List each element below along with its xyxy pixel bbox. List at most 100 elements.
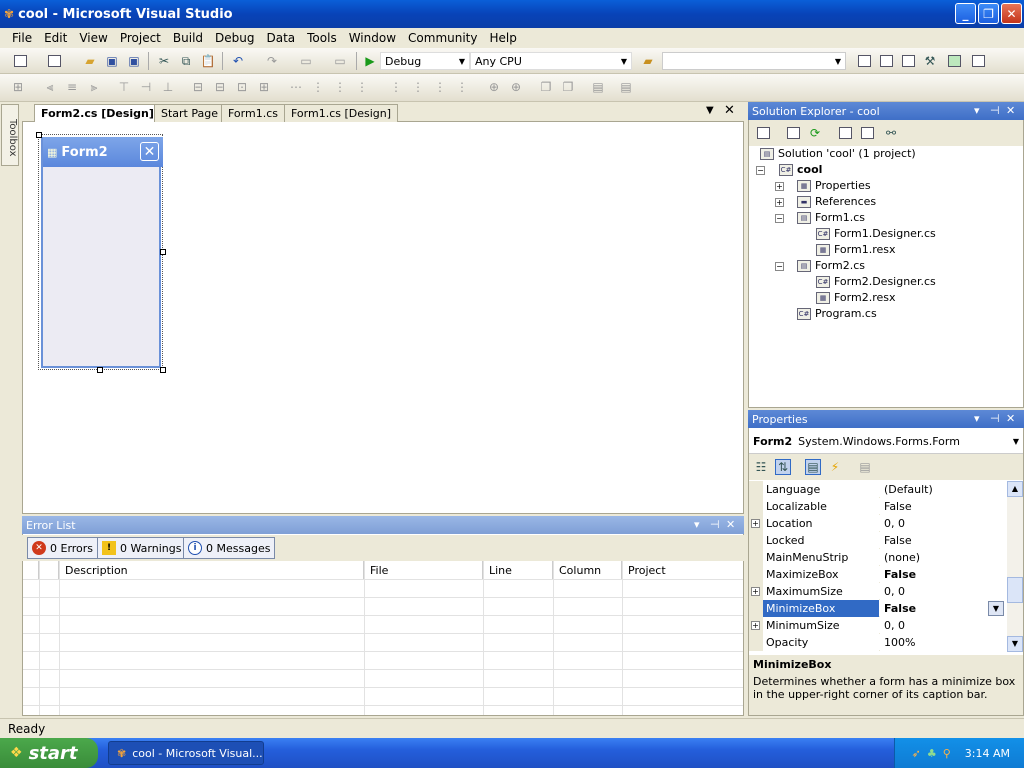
pane-menu-icon[interactable]: ▾	[694, 518, 700, 531]
align-lefts-button[interactable]: ⫷	[42, 79, 58, 95]
tree-item-project-cool[interactable]: C# cool	[779, 163, 822, 176]
close-icon[interactable]: ✕	[726, 518, 735, 531]
value-dropdown-button[interactable]: ▼	[988, 601, 1004, 616]
pane-menu-icon[interactable]: ▾	[974, 412, 980, 425]
menu-data[interactable]: Data	[260, 31, 301, 45]
form2-body[interactable]: ▦ Form2 ✕	[41, 137, 163, 368]
paste-button[interactable]: 📋	[200, 53, 216, 69]
menu-debug[interactable]: Debug	[209, 31, 260, 45]
start-page-button[interactable]	[946, 53, 962, 69]
center-vertically-button[interactable]: ⊕	[508, 79, 524, 95]
resize-handle-corner[interactable]	[160, 367, 166, 373]
undo-button[interactable]: ↶	[230, 53, 246, 69]
horizontal-spacing-button[interactable]: ⋯	[288, 79, 304, 95]
property-row-locked[interactable]: Locked False	[749, 532, 1007, 549]
error-list-grid[interactable]: Description File Line Column Project	[23, 561, 743, 715]
tree-item-program-cs[interactable]: C# Program.cs	[797, 307, 877, 320]
platform-select[interactable]: Any CPU ▼	[470, 52, 632, 70]
tree-item-solution[interactable]: ▤ Solution 'cool' (1 project)	[760, 147, 916, 160]
remove-vertical-spacing-button[interactable]: ⋮	[454, 79, 470, 95]
expand-icon[interactable]: +	[751, 587, 760, 596]
tree-item-form2-cs[interactable]: ▤ Form2.cs	[797, 259, 865, 272]
column-header-description[interactable]: Description	[59, 561, 364, 579]
tab-list-dropdown-icon[interactable]: ▼	[706, 105, 714, 116]
property-row-location[interactable]: Location +0, 0	[749, 515, 1007, 532]
warnings-filter-button[interactable]: ! 0 Warnings	[97, 537, 187, 559]
menu-build[interactable]: Build	[167, 31, 209, 45]
solution-explorer-button[interactable]	[856, 53, 872, 69]
tab-form2-design[interactable]: Form2.cs [Design]*	[34, 104, 167, 123]
expand-icon[interactable]: +	[751, 621, 760, 630]
new-project-button[interactable]	[12, 53, 28, 69]
property-pages-button[interactable]: ▤	[857, 459, 873, 475]
expand-icon[interactable]: +	[775, 198, 784, 207]
property-row-maximizebox[interactable]: MaximizeBox False	[749, 566, 1007, 583]
taskbar-item-visual-studio[interactable]: ✾ cool - Microsoft Visual...	[108, 741, 264, 765]
properties-view-button[interactable]: ▤	[805, 459, 821, 475]
errors-filter-button[interactable]: ✕ 0 Errors	[27, 537, 99, 559]
menu-project[interactable]: Project	[114, 31, 167, 45]
column-header-column[interactable]: Column	[553, 561, 622, 579]
pin-icon[interactable]: ⊣	[990, 104, 1000, 117]
decrease-vertical-spacing-button[interactable]: ⋮	[432, 79, 448, 95]
lock-controls-button[interactable]: ▤	[618, 79, 634, 95]
close-icon[interactable]: ✕	[1006, 104, 1015, 117]
column-header-project[interactable]: Project	[622, 561, 743, 579]
minimize-button[interactable]: _	[955, 3, 976, 24]
navigate-back-button[interactable]: ▭	[298, 53, 314, 69]
menu-tools[interactable]: Tools	[301, 31, 343, 45]
scroll-thumb[interactable]	[1007, 577, 1023, 603]
column-header-index[interactable]	[39, 561, 59, 579]
form2-designer[interactable]: ▦ Form2 ✕	[36, 132, 166, 373]
tray-network-icon[interactable]: ➶	[912, 747, 921, 760]
decrease-horizontal-spacing-button[interactable]: ⋮	[332, 79, 348, 95]
events-button[interactable]: ⚡	[827, 459, 843, 475]
resize-handle-right[interactable]	[160, 249, 166, 255]
align-to-grid-button[interactable]: ⊞	[10, 79, 26, 95]
object-selector[interactable]: Form2 System.Windows.Forms.Form ▼	[749, 430, 1023, 454]
send-to-back-button[interactable]: ❐	[560, 79, 576, 95]
messages-filter-button[interactable]: i 0 Messages	[183, 537, 276, 559]
pane-menu-icon[interactable]: ▾	[974, 104, 980, 117]
property-row-maximumsize[interactable]: MaximumSize +0, 0	[749, 583, 1007, 600]
close-document-icon[interactable]: ✕	[724, 103, 735, 118]
scroll-down-button[interactable]: ▼	[1007, 636, 1023, 652]
size-to-grid-button[interactable]: ⊞	[256, 79, 272, 95]
tray-security-icon[interactable]: ♣	[927, 747, 937, 760]
view-designer-button[interactable]	[859, 125, 875, 141]
menu-window[interactable]: Window	[343, 31, 402, 45]
property-row-localizable[interactable]: Localizable False	[749, 498, 1007, 515]
tray-search-icon[interactable]: ⚲	[943, 747, 951, 760]
column-header-line[interactable]: Line	[483, 561, 553, 579]
refresh-button[interactable]: ⟳	[807, 125, 823, 141]
vertical-spacing-button[interactable]: ⋮	[388, 79, 404, 95]
pin-icon[interactable]: ⊣	[710, 518, 720, 531]
column-header-icon[interactable]	[23, 561, 39, 579]
restore-button[interactable]: ❐	[978, 3, 999, 24]
toolbox-button[interactable]: ⚒	[922, 53, 938, 69]
center-horizontally-button[interactable]: ⊕	[486, 79, 502, 95]
tree-item-form1-cs[interactable]: ▤ Form1.cs	[797, 211, 865, 224]
properties-window-button[interactable]	[878, 53, 894, 69]
alphabetical-button[interactable]: ⇅	[775, 459, 791, 475]
expand-icon[interactable]: +	[775, 182, 784, 191]
categorized-button[interactable]: ☷	[753, 459, 769, 475]
scroll-up-button[interactable]: ▲	[1007, 481, 1023, 497]
save-button[interactable]: ▣	[104, 53, 120, 69]
tree-item-form1-resx[interactable]: ▦ Form1.resx	[816, 243, 896, 256]
tree-item-form1-designer[interactable]: C# Form1.Designer.cs	[816, 227, 936, 240]
increase-horizontal-spacing-button[interactable]: ⋮	[310, 79, 326, 95]
tree-item-properties[interactable]: ▦ Properties	[797, 179, 871, 192]
align-centers-button[interactable]: ≡	[64, 79, 80, 95]
align-tops-button[interactable]: ⊤	[116, 79, 132, 95]
collapse-icon[interactable]: −	[756, 166, 765, 175]
start-debugging-button[interactable]: ▶	[362, 53, 378, 69]
property-row-minimumsize[interactable]: MinimumSize +0, 0	[749, 617, 1007, 634]
save-all-button[interactable]: ▣	[126, 53, 142, 69]
align-rights-button[interactable]: ⫸	[86, 79, 102, 95]
collapse-icon[interactable]: −	[775, 214, 784, 223]
column-header-file[interactable]: File	[364, 561, 483, 579]
clock[interactable]: 3:14 AM	[965, 747, 1010, 760]
find-combo[interactable]: ▼	[662, 52, 846, 70]
tab-form1-design[interactable]: Form1.cs [Design]	[284, 104, 399, 122]
